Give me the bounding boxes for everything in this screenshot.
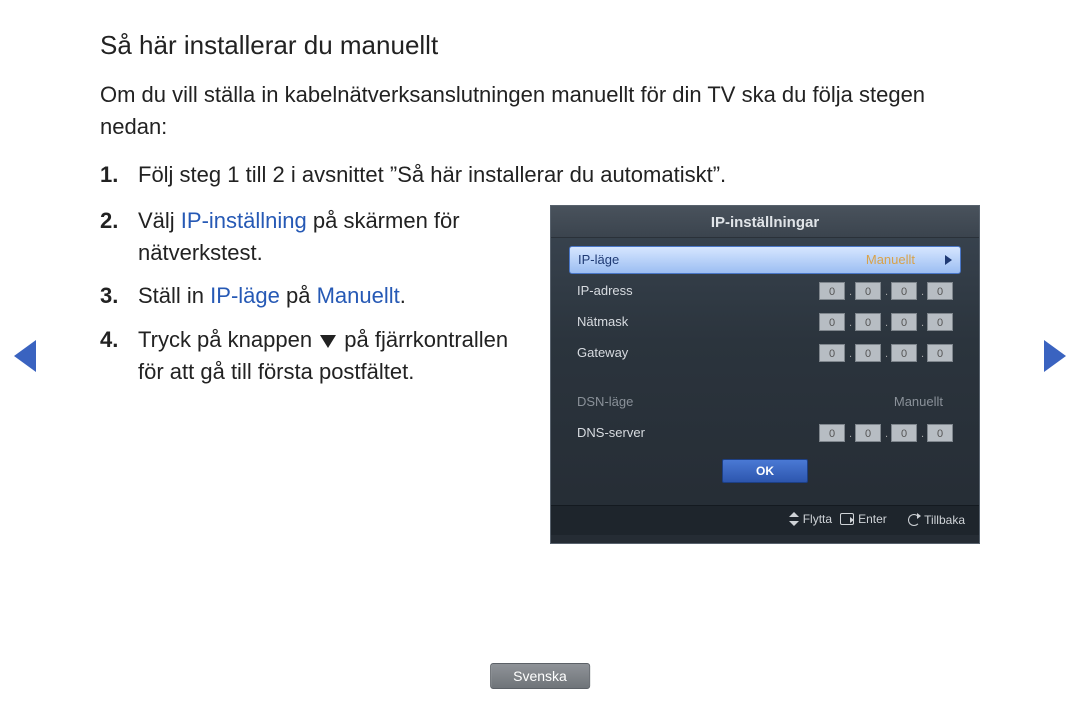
octet[interactable]: 0 (855, 282, 881, 300)
step-3: Ställ in IP-läge på Manuellt. (100, 280, 524, 312)
next-page-arrow[interactable] (1044, 340, 1066, 372)
octet[interactable]: 0 (855, 344, 881, 362)
dsn-mode-value: Manuellt (894, 394, 943, 409)
netmask-octets: 0 0 0 0 (819, 313, 953, 331)
row-dns-server[interactable]: DNS-server 0 0 0 0 (569, 419, 961, 447)
footer-return-text: Tillbaka (924, 513, 965, 527)
octet[interactable]: 0 (819, 344, 845, 362)
step-4-a: Tryck på knappen (138, 327, 318, 352)
ip-mode-value: Manuellt (866, 252, 915, 267)
return-icon (908, 514, 920, 526)
row-dsn-mode: DSN-läge Manuellt (569, 388, 961, 416)
intro-text: Om du vill ställa in kabelnätverksanslut… (100, 79, 980, 143)
step-2-a: Välj (138, 208, 181, 233)
octet[interactable]: 0 (891, 313, 917, 331)
enter-icon (840, 513, 854, 525)
step-3-hl1: IP-läge (210, 283, 280, 308)
row-gateway[interactable]: Gateway 0 0 0 0 (569, 339, 961, 367)
page-title: Så här installerar du manuellt (100, 30, 980, 61)
octet[interactable]: 0 (819, 313, 845, 331)
prev-page-arrow[interactable] (14, 340, 36, 372)
octet[interactable]: 0 (891, 424, 917, 442)
ip-mode-label: IP-läge (578, 252, 619, 267)
octet[interactable]: 0 (819, 424, 845, 442)
footer-return: Tillbaka (908, 513, 965, 527)
step-1: Följ steg 1 till 2 i avsnittet ”Så här i… (100, 159, 980, 191)
ok-button[interactable]: OK (722, 459, 808, 483)
step-3-c: . (400, 283, 406, 308)
step-2-highlight: IP-inställning (181, 208, 307, 233)
ip-address-label: IP-adress (577, 283, 633, 298)
footer-move: Flytta Enter (789, 512, 887, 526)
octet[interactable]: 0 (891, 282, 917, 300)
octet[interactable]: 0 (855, 313, 881, 331)
updown-icon (789, 512, 799, 526)
octet[interactable]: 0 (891, 344, 917, 362)
panel-footer: Flytta Enter Tillbaka (551, 505, 979, 535)
octet[interactable]: 0 (927, 424, 953, 442)
row-ip-mode[interactable]: IP-läge Manuellt (569, 246, 961, 274)
step-3-b: på (280, 283, 317, 308)
octet[interactable]: 0 (927, 282, 953, 300)
ip-address-octets: 0 0 0 0 (819, 282, 953, 300)
step-4: Tryck på knappen på fjärrkontrallen för … (100, 324, 524, 388)
octet[interactable]: 0 (927, 344, 953, 362)
dns-server-label: DNS-server (577, 425, 645, 440)
footer-move-text: Flytta (803, 512, 832, 526)
gateway-label: Gateway (577, 345, 628, 360)
panel-title: IP-inställningar (551, 206, 979, 238)
octet[interactable]: 0 (927, 313, 953, 331)
step-3-a: Ställ in (138, 283, 210, 308)
netmask-label: Nätmask (577, 314, 628, 329)
octet[interactable]: 0 (819, 282, 845, 300)
step-2: Välj IP-inställning på skärmen för nätve… (100, 205, 524, 269)
dsn-mode-label: DSN-läge (577, 394, 633, 409)
row-ip-address[interactable]: IP-adress 0 0 0 0 (569, 277, 961, 305)
chevron-right-icon (945, 255, 952, 265)
row-netmask[interactable]: Nätmask 0 0 0 0 (569, 308, 961, 336)
step-3-hl2: Manuellt (317, 283, 400, 308)
step-1-text: Följ steg 1 till 2 i avsnittet ”Så här i… (138, 162, 726, 187)
dns-octets: 0 0 0 0 (819, 424, 953, 442)
footer-enter-text: Enter (858, 512, 887, 526)
down-arrow-icon (320, 335, 336, 348)
ip-settings-panel: IP-inställningar IP-läge Manuellt IP-adr… (550, 205, 980, 544)
gateway-octets: 0 0 0 0 (819, 344, 953, 362)
octet[interactable]: 0 (855, 424, 881, 442)
language-pill[interactable]: Svenska (490, 663, 590, 689)
